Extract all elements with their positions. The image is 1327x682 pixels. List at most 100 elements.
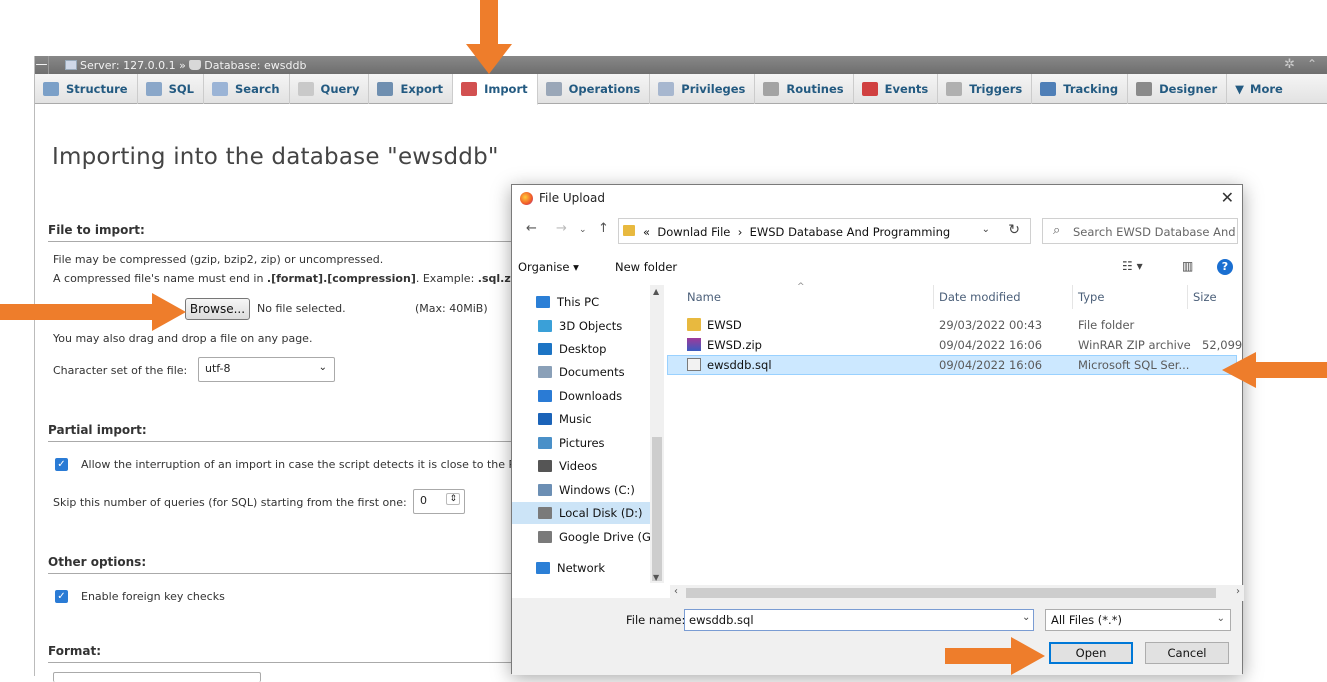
tab-events[interactable]: Events bbox=[854, 74, 939, 104]
breadcrumb-server[interactable]: Server: 127.0.0.1 bbox=[80, 59, 176, 72]
note-format: .[format].[compression] bbox=[266, 272, 416, 285]
tab-privileges[interactable]: Privileges bbox=[650, 74, 756, 104]
gear-icon[interactable]: ✲ bbox=[1284, 57, 1295, 72]
recent-locations-icon[interactable]: ⌄ bbox=[579, 225, 587, 235]
nav-label: Videos bbox=[559, 459, 598, 473]
import-icon bbox=[461, 82, 478, 96]
scroll-down-icon[interactable]: ▼ bbox=[653, 573, 659, 582]
address-segment[interactable]: Downlad File bbox=[657, 225, 730, 239]
format-list[interactable] bbox=[53, 672, 261, 682]
file-name: EWSD.zip bbox=[707, 338, 762, 352]
breadcrumb-database[interactable]: Database: ewsddb bbox=[204, 59, 306, 72]
nav-item-local-disk-d[interactable]: Local Disk (D:) bbox=[512, 502, 650, 524]
nav-item-google-drive[interactable]: Google Drive (G: bbox=[538, 526, 655, 548]
breadcrumb-separator: » bbox=[179, 59, 186, 72]
tab-label: Import bbox=[484, 82, 528, 96]
collapse-navigation-icon[interactable]: — bbox=[35, 56, 49, 74]
tab-label: Query bbox=[320, 82, 360, 96]
nav-item-downloads[interactable]: Downloads bbox=[538, 385, 622, 407]
allow-interrupt-checkbox[interactable]: ✓ bbox=[55, 458, 68, 471]
folder-icon bbox=[623, 225, 635, 236]
browse-button[interactable]: Browse... bbox=[185, 298, 250, 320]
file-type-select[interactable]: All Files (*.*) ⌄ bbox=[1045, 609, 1231, 631]
new-folder-button[interactable]: New folder bbox=[615, 260, 677, 274]
tab-operations[interactable]: Operations bbox=[538, 74, 651, 104]
file-row-ewsddb-sql[interactable]: ewsddb.sql 09/04/2022 16:06 Microsoft SQ… bbox=[667, 355, 1237, 375]
cancel-button[interactable]: Cancel bbox=[1145, 642, 1229, 664]
help-icon[interactable]: ? bbox=[1217, 259, 1233, 275]
scroll-right-icon[interactable]: › bbox=[1236, 586, 1240, 597]
nav-label: Music bbox=[559, 412, 592, 426]
nav-item-this-pc[interactable]: This PC bbox=[536, 291, 599, 313]
column-date-modified[interactable]: Date modified bbox=[939, 290, 1021, 304]
arrow-pointing-sql-file bbox=[1222, 352, 1327, 388]
tab-search[interactable]: Search bbox=[204, 74, 290, 104]
column-size[interactable]: Size bbox=[1193, 290, 1217, 304]
column-type[interactable]: Type bbox=[1078, 290, 1104, 304]
column-divider[interactable] bbox=[1187, 285, 1188, 309]
skip-queries-input[interactable]: 0 ⇕ bbox=[413, 489, 465, 514]
nav-item-music[interactable]: Music bbox=[538, 408, 592, 430]
tab-tracking[interactable]: Tracking bbox=[1032, 74, 1129, 104]
spinner-icon: ⇕ bbox=[446, 493, 460, 505]
tab-export[interactable]: Export bbox=[369, 74, 454, 104]
up-folder-icon[interactable]: ↑ bbox=[598, 221, 609, 236]
nav-label: Network bbox=[557, 561, 606, 575]
skip-queries-value: 0 bbox=[420, 494, 427, 507]
refresh-icon[interactable]: ↻ bbox=[1008, 222, 1020, 238]
charset-select[interactable]: utf-8 ⌄ bbox=[198, 357, 335, 382]
column-divider[interactable] bbox=[1072, 285, 1073, 309]
address-overflow[interactable]: « bbox=[643, 225, 650, 239]
address-segment[interactable]: EWSD Database And Programming bbox=[750, 225, 951, 239]
close-icon[interactable]: ✕ bbox=[1221, 188, 1234, 207]
dialog-footer: File name: ewsddb.sql ⌄ All Files (*.*) ⌄… bbox=[512, 598, 1242, 675]
forward-icon[interactable]: → bbox=[556, 221, 567, 236]
nav-item-windows-c[interactable]: Windows (C:) bbox=[538, 479, 635, 501]
search-input[interactable]: ⌕ Search EWSD Database And ... bbox=[1042, 218, 1238, 244]
operations-icon bbox=[545, 82, 562, 96]
tab-designer[interactable]: Designer bbox=[1128, 74, 1228, 104]
nav-item-3d-objects[interactable]: 3D Objects bbox=[538, 315, 622, 337]
tab-query[interactable]: Query bbox=[290, 74, 370, 104]
preview-pane-icon[interactable]: ▥ bbox=[1182, 259, 1193, 273]
tab-triggers[interactable]: Triggers bbox=[938, 74, 1033, 104]
chevron-down-icon[interactable]: ⌄ bbox=[982, 224, 990, 235]
nav-item-videos[interactable]: Videos bbox=[538, 455, 597, 477]
tab-label: Operations bbox=[568, 82, 641, 96]
scroll-left-icon[interactable]: ‹ bbox=[674, 586, 678, 597]
drive-c-icon bbox=[538, 484, 552, 496]
scrollbar-thumb[interactable] bbox=[652, 437, 662, 581]
fk-checks-checkbox[interactable]: ✓ bbox=[55, 590, 68, 603]
file-name-input[interactable]: ewsddb.sql bbox=[684, 609, 1034, 631]
chevron-down-icon[interactable]: ⌄ bbox=[1022, 612, 1030, 623]
address-bar[interactable]: « Downlad File › EWSD Database And Progr… bbox=[618, 218, 1031, 244]
nav-item-documents[interactable]: Documents bbox=[538, 361, 625, 383]
organise-button[interactable]: Organise ▾ bbox=[518, 260, 579, 274]
scrollbar-thumb[interactable] bbox=[686, 588, 1216, 598]
nav-item-desktop[interactable]: Desktop bbox=[538, 338, 606, 360]
nav-label: Desktop bbox=[559, 342, 607, 356]
tab-routines[interactable]: Routines bbox=[755, 74, 854, 104]
file-type: File folder bbox=[1078, 318, 1135, 332]
back-icon[interactable]: ← bbox=[526, 221, 537, 236]
scroll-up-icon[interactable]: ▲ bbox=[653, 287, 659, 296]
nav-scrollbar[interactable]: ▲ ▼ bbox=[650, 285, 664, 583]
note-text: A compressed file's name must end in bbox=[53, 272, 267, 285]
scroll-top-icon[interactable]: ⌃ bbox=[1307, 57, 1317, 71]
tab-import[interactable]: Import bbox=[453, 74, 538, 105]
tab-sql[interactable]: SQL bbox=[138, 74, 205, 104]
nav-item-pictures[interactable]: Pictures bbox=[538, 432, 605, 454]
triggers-icon bbox=[946, 82, 963, 96]
view-options-icon[interactable]: ☷ ▾ bbox=[1122, 259, 1143, 273]
file-row-ewsd-zip[interactable]: EWSD.zip 09/04/2022 16:06 WinRAR ZIP arc… bbox=[667, 335, 1242, 355]
nav-label: This PC bbox=[557, 295, 600, 309]
column-name[interactable]: Name bbox=[687, 290, 721, 304]
nav-item-network[interactable]: Network bbox=[536, 557, 605, 579]
tab-more[interactable]: ▼ More bbox=[1227, 74, 1292, 104]
file-row-ewsd[interactable]: EWSD 29/03/2022 00:43 File folder bbox=[667, 315, 1237, 335]
open-button[interactable]: Open bbox=[1049, 642, 1133, 664]
tab-structure[interactable]: Structure bbox=[35, 74, 138, 104]
search-placeholder: Search EWSD Database And ... bbox=[1073, 225, 1235, 239]
tab-label: Tracking bbox=[1063, 82, 1119, 96]
column-divider[interactable] bbox=[933, 285, 934, 309]
